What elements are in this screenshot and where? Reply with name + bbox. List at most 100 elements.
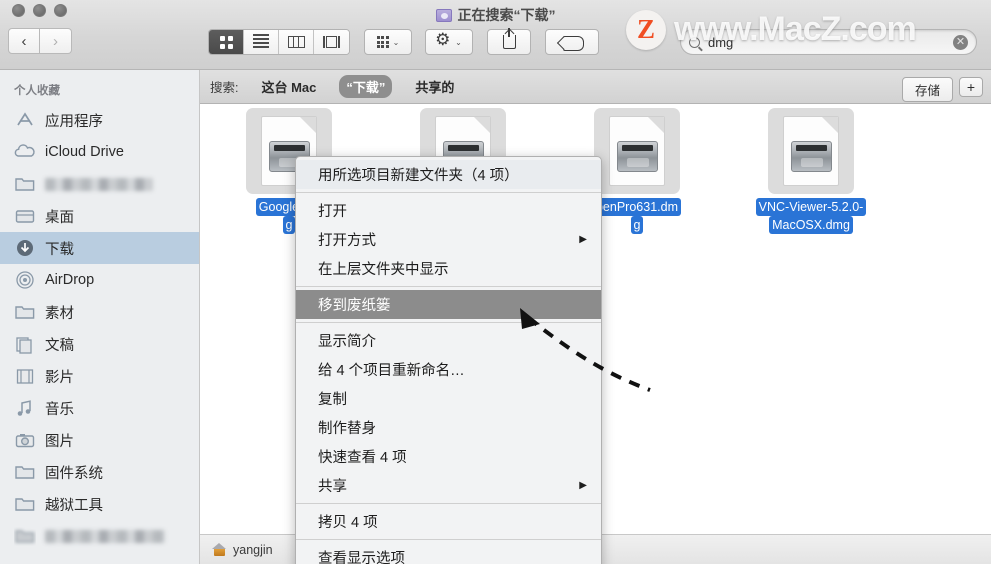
file-label-line2: g: [282, 216, 296, 234]
sidebar-section-favorites: 个人收藏: [14, 85, 60, 97]
file-label-line1: penPro631.dm: [592, 198, 681, 216]
sidebar-item-icloud-drive[interactable]: iCloud Drive: [0, 136, 199, 168]
dmg-disk-image-icon: [768, 108, 854, 194]
window-title-bar-label: 正在搜索“下载”: [0, 5, 991, 25]
sidebar-item-airdrop[interactable]: AirDrop: [0, 264, 199, 296]
file-item[interactable]: VNC-Viewer-5.2.0- MacOSX.dmg: [736, 108, 886, 234]
scope-item-shared[interactable]: 共享的: [408, 75, 461, 98]
save-search-button[interactable]: 存储: [901, 77, 953, 102]
sidebar-item-label: 素材: [45, 305, 74, 322]
sidebar-item-label-redacted: [45, 529, 165, 543]
sidebar-item-desktop[interactable]: 桌面: [0, 200, 199, 232]
menu-item-move-to-trash[interactable]: 移到废纸篓: [296, 290, 601, 319]
menu-separator: [296, 286, 601, 287]
sidebar-item-label: 越狱工具: [45, 497, 103, 514]
menu-item-new-folder-with-selection[interactable]: 用所选项目新建文件夹（4 项）: [296, 160, 601, 189]
sidebar-item-materials[interactable]: 素材: [0, 296, 199, 328]
finder-window: ‹ › 正在搜索“下载” ⌄ ⚙ ⌄ dmg ✕ Z www.MacZ.com …: [0, 0, 991, 564]
submenu-arrow-icon: ▶: [579, 480, 587, 491]
menu-item-show-in-enclosing-folder[interactable]: 在上层文件夹中显示: [296, 254, 601, 283]
menu-item-open[interactable]: 打开: [296, 196, 601, 225]
sidebar-item-music[interactable]: 音乐: [0, 392, 199, 424]
folder-icon: [14, 174, 36, 194]
home-icon: [212, 543, 227, 556]
add-criteria-button[interactable]: +: [959, 77, 983, 97]
menu-item-rename-items[interactable]: 给 4 个项目重新命名…: [296, 355, 601, 384]
search-input-value: dmg: [708, 34, 734, 50]
cloud-icon: [14, 142, 36, 162]
share-button[interactable]: [487, 28, 531, 55]
sidebar-item-jailbreak-tools[interactable]: 越狱工具: [0, 488, 199, 520]
search-icon: [689, 36, 700, 48]
window-title-text: 正在搜索“下载”: [457, 7, 556, 23]
sidebar-item-label: AirDrop: [45, 272, 95, 288]
coverflow-icon: [323, 36, 340, 48]
clear-search-icon[interactable]: ✕: [953, 34, 968, 50]
download-arrow-icon: [14, 238, 36, 258]
menu-item-copy-items[interactable]: 拷贝 4 项: [296, 507, 601, 536]
music-note-icon: [14, 398, 36, 418]
folder-icon: [14, 526, 36, 546]
file-label-line2: MacOSX.dmg: [769, 216, 853, 234]
sidebar-item-blurred-folder-2[interactable]: [0, 520, 199, 552]
list-icon: [253, 34, 269, 50]
sidebar-item-label: 固件系统: [45, 465, 103, 482]
menu-item-duplicate[interactable]: 复制: [296, 384, 601, 413]
menu-item-quick-look[interactable]: 快速查看 4 项: [296, 442, 601, 471]
submenu-arrow-icon: ▶: [579, 234, 587, 245]
column-view-button[interactable]: [279, 30, 314, 54]
folder-icon: [14, 462, 36, 482]
arrange-by-button[interactable]: ⌄: [364, 29, 412, 55]
view-mode-segmented-control[interactable]: [208, 29, 350, 55]
menu-item-show-view-options[interactable]: 查看显示选项: [296, 543, 601, 564]
columns-icon: [287, 36, 305, 48]
sidebar: 个人收藏 应用程序 iCloud Drive 桌面 下载 AirDrop 素材 …: [0, 70, 200, 564]
scope-label: 搜索:: [210, 81, 239, 95]
menu-item-open-with[interactable]: 打开方式 ▶: [296, 225, 601, 254]
sidebar-item-label: 应用程序: [45, 113, 103, 130]
context-menu[interactable]: 用所选项目新建文件夹（4 项） 打开 打开方式 ▶ 在上层文件夹中显示 移到废纸…: [295, 156, 602, 564]
sidebar-item-movies[interactable]: 影片: [0, 360, 199, 392]
menu-separator: [296, 503, 601, 504]
action-menu-button[interactable]: ⌄: [425, 29, 473, 55]
tag-button[interactable]: [545, 29, 599, 55]
sidebar-item-applications[interactable]: 应用程序: [0, 104, 199, 136]
menu-item-share[interactable]: 共享 ▶: [296, 471, 601, 500]
forward-button[interactable]: ›: [40, 28, 72, 54]
sidebar-item-label: 桌面: [45, 209, 74, 226]
sidebar-item-blurred-folder[interactable]: [0, 168, 199, 200]
scope-item-this-mac[interactable]: 这台 Mac: [254, 75, 323, 98]
list-view-button[interactable]: [244, 30, 279, 54]
chevron-down-icon: ⌄: [455, 37, 462, 47]
share-icon: [502, 28, 516, 49]
sidebar-item-label: 下载: [45, 241, 74, 258]
app-store-icon: [14, 110, 36, 130]
menu-separator: [296, 539, 601, 540]
menu-separator: [296, 322, 601, 323]
camera-icon: [14, 430, 36, 450]
sidebar-item-label: 音乐: [45, 401, 74, 418]
back-button[interactable]: ‹: [8, 28, 40, 54]
menu-separator: [296, 192, 601, 193]
file-label-line1: VNC-Viewer-5.2.0-: [755, 198, 867, 216]
scope-item-downloads[interactable]: “下载”: [339, 75, 393, 98]
coverflow-view-button[interactable]: [314, 30, 349, 54]
menu-item-make-alias[interactable]: 制作替身: [296, 413, 601, 442]
file-label-line2: g: [630, 216, 644, 234]
search-input[interactable]: dmg ✕: [680, 29, 977, 55]
sidebar-item-label: 影片: [45, 369, 74, 386]
sidebar-item-label-redacted: [45, 177, 153, 191]
sidebar-item-pictures[interactable]: 图片: [0, 424, 199, 456]
sidebar-item-label: iCloud Drive: [45, 144, 124, 160]
sidebar-item-downloads[interactable]: 下载: [0, 232, 199, 264]
menu-item-get-info[interactable]: 显示简介: [296, 326, 601, 355]
icon-view-button[interactable]: [209, 30, 244, 54]
sidebar-item-documents[interactable]: 文稿: [0, 328, 199, 360]
folder-icon: [14, 494, 36, 514]
folder-icon: [14, 302, 36, 322]
chevron-down-icon: ⌄: [392, 37, 400, 47]
sidebar-item-firmware[interactable]: 固件系统: [0, 456, 199, 488]
tag-icon: [559, 35, 585, 51]
path-bar-home-label[interactable]: yangjin: [233, 543, 273, 557]
arrange-grid-icon: [376, 36, 389, 48]
